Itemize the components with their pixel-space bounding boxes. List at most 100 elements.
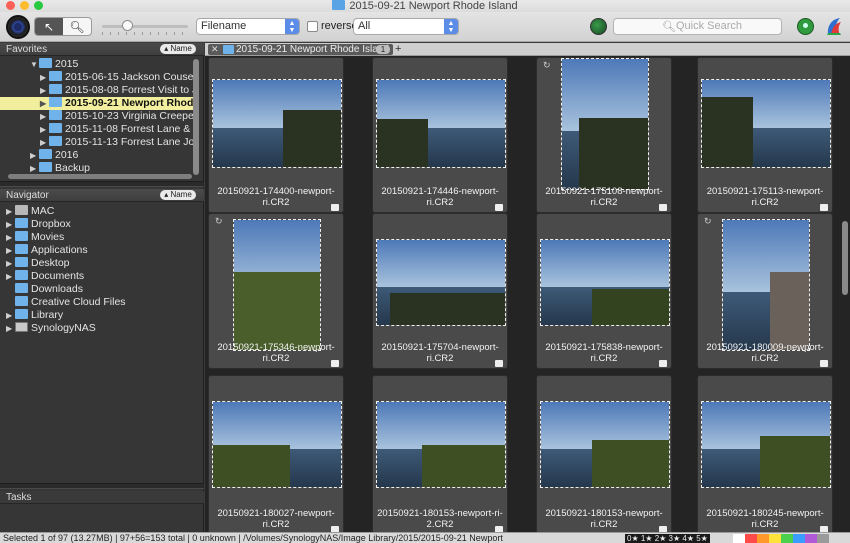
zoom-window-button[interactable]	[34, 1, 43, 10]
close-tab-icon[interactable]: ✕	[211, 44, 219, 55]
thumbnail-size-slider[interactable]	[102, 20, 188, 31]
slideshow-icon[interactable]	[797, 18, 814, 35]
tree-item[interactable]: ▶ 2015-06-15 Jackson Couse Jay	[0, 71, 197, 84]
thumbnail-cell[interactable]: 20150921-180153-newport-ri.CR2	[536, 375, 672, 535]
thumbnail-image[interactable]	[540, 401, 670, 488]
panel-divider[interactable]	[0, 181, 204, 187]
thumbnail-checkbox[interactable]	[331, 204, 339, 211]
gear-icon[interactable]	[6, 15, 30, 39]
nav-item-downloads[interactable]: Downloads	[0, 283, 197, 296]
disclosure-closed-icon[interactable]: ▶	[30, 149, 39, 162]
search-input[interactable]: 🔍︎ Quick Search	[613, 18, 782, 35]
thumbnail-cell[interactable]: 20150921-175838-newport-ri.CR2	[536, 213, 672, 369]
thumbnail-cell[interactable]: 20150921-174400-newport-ri.CR2	[208, 57, 344, 213]
tree-item[interactable]: ▶ 2015-11-08 Forrest Lane & Sydr	[0, 123, 197, 136]
nav-item-desktop[interactable]: ▶ Desktop	[0, 257, 197, 270]
favorites-horizontal-scrollbar[interactable]	[8, 174, 192, 179]
disclosure-closed-icon[interactable]: ▶	[40, 110, 49, 123]
nav-item-creative-cloud[interactable]: Creative Cloud Files	[0, 296, 197, 309]
globe-icon[interactable]	[590, 18, 607, 35]
favorites-sort-button[interactable]: ▴ Name	[160, 44, 196, 54]
thumbnail-image[interactable]	[212, 79, 342, 168]
tree-item-selected[interactable]: ▶ 2015-09-21 Newport Rhode Is	[0, 97, 197, 110]
thumbnail-cell[interactable]: 20150921-174446-newport-ri.CR2	[372, 57, 508, 213]
nav-item-documents[interactable]: ▶ Documents	[0, 270, 197, 283]
thumbnail-cell[interactable]: 20150921-175704-newport-ri.CR2	[372, 213, 508, 369]
thumbnail-checkbox[interactable]	[495, 204, 503, 211]
thumbnail-checkbox[interactable]	[820, 204, 828, 211]
thumbnail-image[interactable]	[376, 239, 506, 326]
navigator-sort-button[interactable]: ▴ Name	[160, 190, 196, 200]
disclosure-closed-icon[interactable]: ▶	[6, 257, 15, 270]
thumbnail-image[interactable]	[561, 58, 649, 190]
pointer-tool-button[interactable]: ↖	[35, 18, 63, 35]
slider-knob[interactable]	[122, 20, 133, 31]
thumbnail-checkbox[interactable]	[495, 360, 503, 367]
disclosure-closed-icon[interactable]: ▶	[6, 270, 15, 283]
disclosure-closed-icon[interactable]: ▶	[6, 244, 15, 257]
rotate-icon[interactable]: ↻	[704, 217, 714, 226]
thumbnail-checkbox[interactable]	[331, 360, 339, 367]
app-swirl-icon[interactable]	[825, 16, 843, 37]
thumbnail-image[interactable]	[376, 401, 506, 488]
nav-item-applications[interactable]: ▶ Applications	[0, 244, 197, 257]
filter-select[interactable]: All ▲ ▼	[353, 18, 459, 35]
close-window-button[interactable]	[6, 1, 15, 10]
tree-item[interactable]: ▶ 2015-11-13 Forrest Lane Johnsc	[0, 136, 197, 149]
disclosure-closed-icon[interactable]: ▶	[40, 97, 49, 110]
thumbnail-cell[interactable]: 20150921-175113-newport-ri.CR2	[697, 57, 833, 213]
thumbnail-checkbox[interactable]	[659, 204, 667, 211]
grid-scrollbar[interactable]	[842, 221, 848, 295]
disclosure-closed-icon[interactable]: ▶	[40, 84, 49, 97]
thumbnail-image[interactable]	[701, 79, 831, 168]
thumbnail-image[interactable]	[540, 239, 670, 326]
nav-item-library[interactable]: ▶ Library	[0, 309, 197, 322]
thumbnail-image[interactable]	[376, 79, 506, 168]
reverse-checkbox[interactable]	[307, 21, 318, 32]
disclosure-closed-icon[interactable]: ▶	[6, 309, 15, 322]
thumbnail-checkbox[interactable]	[659, 360, 667, 367]
color-label-filter[interactable]	[733, 534, 829, 543]
add-tab-button[interactable]: +	[395, 43, 401, 55]
favorites-scrollbar[interactable]	[193, 59, 199, 175]
color-label-swatch[interactable]	[733, 534, 745, 543]
color-label-swatch[interactable]	[757, 534, 769, 543]
nav-item-dropbox[interactable]: ▶ Dropbox	[0, 218, 197, 231]
disclosure-closed-icon[interactable]: ▶	[6, 205, 15, 218]
thumbnail-image[interactable]	[722, 219, 810, 351]
tree-item[interactable]: ▶ 2015-10-23 Virginia Creeper Tra	[0, 110, 197, 123]
nav-item-mac[interactable]: ▶ MAC	[0, 205, 197, 218]
rotate-icon[interactable]: ↻	[215, 217, 225, 226]
thumbnail-cell[interactable]: ↻ 20150921-180009-newport-ri.CR2	[697, 213, 833, 369]
color-label-swatch[interactable]	[805, 534, 817, 543]
color-label-swatch[interactable]	[769, 534, 781, 543]
thumbnail-cell[interactable]: ↻ 20150921-175108-newport-ri.CR2	[536, 57, 672, 213]
tree-item-2015[interactable]: ▼ 2015	[0, 58, 197, 71]
sort-field-select[interactable]: Filename ▲ ▼	[196, 18, 300, 35]
nav-item-movies[interactable]: ▶ Movies	[0, 231, 197, 244]
tree-item-2016[interactable]: ▶ 2016	[0, 149, 197, 162]
minimize-window-button[interactable]	[20, 1, 29, 10]
tab-newport[interactable]: ✕ 2015-09-21 Newport Rhode Island 1	[208, 44, 393, 55]
thumbnail-image[interactable]	[233, 219, 321, 351]
thumbnail-image[interactable]	[701, 401, 831, 488]
thumbnail-checkbox[interactable]	[820, 360, 828, 367]
star-rating-filter[interactable]: 0★ 1★ 2★ 3★ 4★ 5★	[625, 534, 710, 543]
disclosure-closed-icon[interactable]: ▶	[6, 218, 15, 231]
panel-divider[interactable]	[0, 483, 204, 489]
tree-item[interactable]: ▶ 2015-08-08 Forrest Visit to John	[0, 84, 197, 97]
nav-item-synologynas[interactable]: ▶ SynologyNAS	[0, 322, 197, 335]
thumbnail-cell[interactable]: 20150921-180153-newport-ri-2.CR2	[372, 375, 508, 535]
color-label-swatch[interactable]	[745, 534, 757, 543]
color-label-swatch[interactable]	[781, 534, 793, 543]
disclosure-closed-icon[interactable]: ▶	[40, 136, 49, 149]
color-label-swatch[interactable]	[817, 534, 829, 543]
disclosure-open-icon[interactable]: ▼	[30, 58, 39, 71]
thumbnail-cell[interactable]: 20150921-180245-newport-ri.CR2	[697, 375, 833, 535]
disclosure-closed-icon[interactable]: ▶	[40, 71, 49, 84]
rotate-icon[interactable]: ↻	[543, 61, 553, 70]
thumbnail-image[interactable]	[212, 401, 342, 488]
zoom-tool-button[interactable]: 🔍︎	[63, 18, 91, 35]
thumbnail-cell[interactable]: ↻ 20150921-175346-newport-ri.CR2	[208, 213, 344, 369]
disclosure-closed-icon[interactable]: ▶	[6, 322, 15, 335]
